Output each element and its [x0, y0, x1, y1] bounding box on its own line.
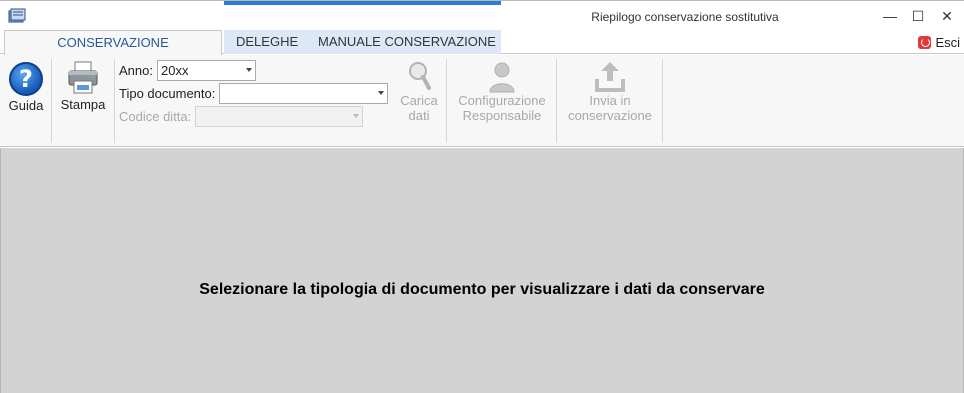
year-select[interactable]: 20xx — [156, 60, 256, 81]
tab-deleghe[interactable]: DELEGHE — [226, 30, 308, 54]
minimize-button[interactable]: — — [876, 5, 904, 27]
empty-state-message: Selezionare la tipologia di documento pe… — [199, 281, 765, 298]
company-code-field: Codice ditta: — [119, 106, 364, 127]
send-to-storage-label-1: Invia in — [589, 93, 631, 108]
main-panel: Selezionare la tipologia di documento pe… — [0, 148, 964, 393]
send-to-storage-label-2: conservazione — [568, 108, 652, 123]
exit-button[interactable]: Esci — [918, 34, 960, 50]
ribbon-tabs: CONSERVAZIONE SOSTITUTIVA DELEGHE MANUAL… — [0, 30, 964, 74]
close-button[interactable]: ✕ — [933, 5, 961, 27]
tab-conservazione-sostitutiva[interactable]: CONSERVAZIONE SOSTITUTIVA — [4, 30, 222, 74]
chevron-down-icon — [378, 91, 385, 95]
load-data-button[interactable]: Carica dati — [396, 59, 442, 123]
upload-icon — [595, 62, 625, 92]
doc-type-field: Tipo documento: — [119, 83, 389, 104]
load-data-label-2: dati — [408, 108, 430, 123]
user-icon — [489, 62, 515, 93]
year-value: 20xx — [160, 63, 189, 78]
configure-manager-button[interactable]: Configurazione Responsabile — [450, 59, 554, 123]
year-field: Anno: 20xx — [119, 60, 256, 81]
ribbon-separator — [114, 59, 115, 143]
company-code-label: Codice ditta: — [119, 109, 192, 124]
ribbon-separator — [446, 59, 447, 143]
ribbon: ? Guida Stampa Anno: 20xx Tipo documento… — [0, 55, 964, 147]
configure-manager-label-2: Responsabile — [462, 108, 542, 123]
power-icon — [918, 35, 932, 49]
magnifier-icon — [409, 62, 431, 90]
ribbon-separator — [662, 59, 663, 143]
company-code-select[interactable] — [195, 106, 364, 127]
load-data-label-1: Carica — [400, 93, 438, 108]
year-label: Anno: — [119, 63, 153, 78]
print-button[interactable]: Stampa — [56, 59, 110, 112]
doc-type-label: Tipo documento: — [119, 86, 216, 101]
chevron-down-icon — [353, 114, 360, 118]
title-accent — [224, 1, 501, 5]
doc-type-select[interactable] — [219, 83, 389, 104]
chevron-down-icon — [245, 68, 252, 72]
ribbon-separator — [556, 59, 557, 143]
print-label: Stampa — [60, 97, 106, 112]
window-title: Riepilogo conservazione sostitutiva — [591, 10, 779, 24]
app-icon — [8, 8, 26, 23]
send-to-storage-button[interactable]: Invia in conservazione — [560, 59, 660, 123]
help-label: Guida — [8, 98, 44, 113]
help-button[interactable]: ? Guida — [6, 59, 46, 113]
help-icon: ? — [9, 62, 43, 96]
ribbon-separator — [51, 59, 52, 143]
maximize-button[interactable]: ☐ — [904, 5, 932, 27]
printer-icon — [68, 61, 98, 94]
configure-manager-label-1: Configurazione — [458, 93, 546, 108]
title-bar: Riepilogo conservazione sostitutiva — ☐ … — [0, 0, 964, 30]
exit-label: Esci — [935, 34, 960, 50]
tab-manuale-conservazione[interactable]: MANUALE CONSERVAZIONE — [308, 30, 506, 54]
